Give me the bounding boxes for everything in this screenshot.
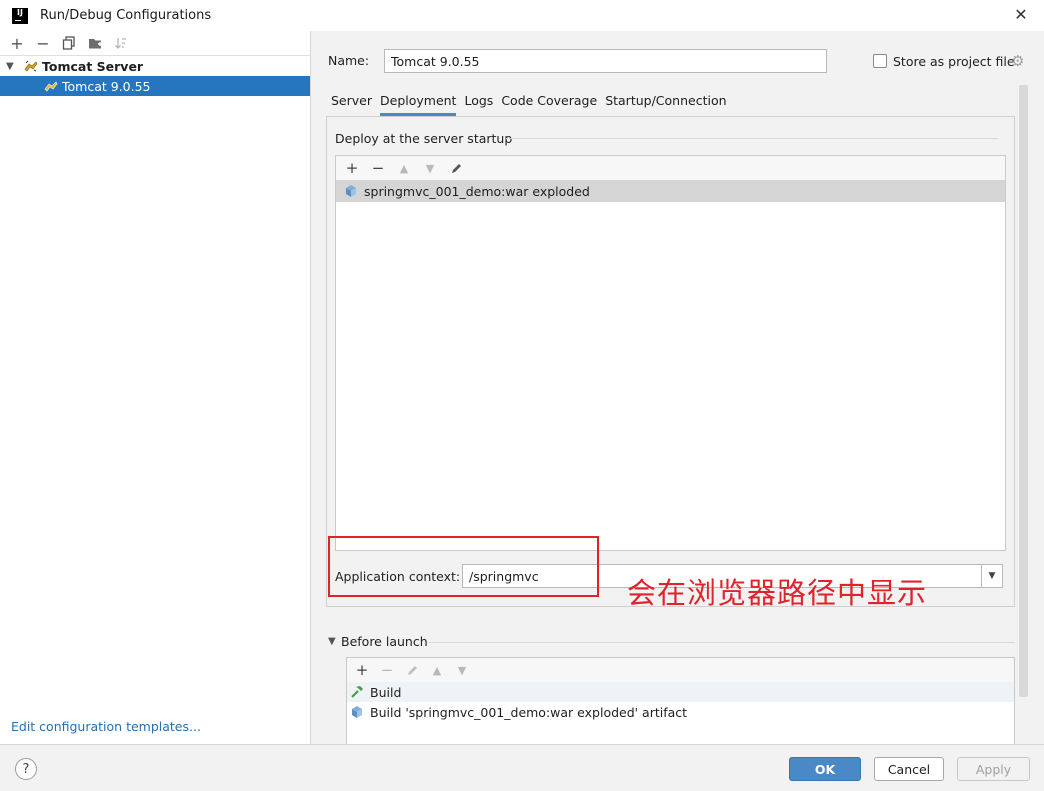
tab-logs[interactable]: Logs bbox=[464, 90, 493, 116]
name-label: Name: bbox=[328, 53, 370, 68]
folder-icon[interactable] bbox=[84, 33, 106, 53]
before-launch-title[interactable]: Before launch bbox=[341, 634, 428, 649]
config-tabs: Server Deployment Logs Code Coverage Sta… bbox=[331, 90, 735, 116]
name-field[interactable] bbox=[384, 49, 827, 73]
deploy-list-toolbar: + − ▲ ▼ bbox=[336, 156, 1005, 180]
remove-icon[interactable]: − bbox=[32, 33, 54, 53]
config-tree-panel: + − ▼ Tomcat Server Tomcat 9.0.55 Edit c… bbox=[0, 31, 311, 744]
ok-button[interactable]: OK bbox=[789, 757, 861, 781]
store-as-project-file-label[interactable]: Store as project file bbox=[893, 54, 1015, 69]
deployment-panel: Deploy at the server startup + − ▲ ▼ spr… bbox=[326, 116, 1015, 607]
tree-group-label: Tomcat Server bbox=[42, 58, 144, 74]
remove-icon[interactable]: − bbox=[376, 660, 398, 680]
add-icon[interactable]: + bbox=[341, 158, 363, 178]
before-launch-toolbar: + − ▲ ▼ bbox=[347, 658, 1014, 682]
tab-deployment[interactable]: Deployment bbox=[380, 90, 457, 116]
tree-item-tomcat-9-0-55[interactable]: Tomcat 9.0.55 bbox=[0, 76, 310, 96]
tab-startup-connection[interactable]: Startup/Connection bbox=[605, 90, 726, 116]
tomcat-icon bbox=[44, 80, 58, 92]
section-divider bbox=[428, 642, 1015, 643]
artifact-icon bbox=[350, 705, 364, 719]
list-item[interactable]: springmvc_001_demo:war exploded bbox=[336, 180, 1005, 202]
annotation-highlight-box bbox=[328, 536, 599, 597]
move-up-icon[interactable]: ▲ bbox=[393, 158, 415, 178]
tree-toolbar: + − bbox=[0, 31, 310, 55]
hammer-icon bbox=[350, 685, 364, 699]
deploy-artifact-list: + − ▲ ▼ springmvc_001_demo:war exploded bbox=[335, 155, 1006, 551]
apply-button[interactable]: Apply bbox=[957, 757, 1030, 781]
title-bar: IJ Run/Debug Configurations ✕ bbox=[0, 0, 1044, 31]
move-down-icon[interactable]: ▼ bbox=[451, 660, 473, 680]
move-down-icon[interactable]: ▼ bbox=[419, 158, 441, 178]
before-launch-list: + − ▲ ▼ Build Build 'springmvc_001_demo:… bbox=[346, 657, 1015, 744]
tree-group-tomcat-server[interactable]: ▼ Tomcat Server bbox=[0, 56, 310, 76]
help-icon[interactable]: ? bbox=[15, 758, 37, 780]
tab-server[interactable]: Server bbox=[331, 90, 372, 116]
store-as-project-file-checkbox[interactable] bbox=[873, 54, 887, 68]
chevron-down-icon[interactable]: ▼ bbox=[328, 636, 336, 647]
move-up-icon[interactable]: ▲ bbox=[426, 660, 448, 680]
artifact-label: springmvc_001_demo:war exploded bbox=[364, 183, 590, 199]
chevron-down-icon[interactable]: ▼ bbox=[6, 61, 18, 72]
cancel-button[interactable]: Cancel bbox=[874, 757, 944, 781]
list-item[interactable]: Build 'springmvc_001_demo:war exploded' … bbox=[347, 702, 1014, 722]
config-tree: ▼ Tomcat Server Tomcat 9.0.55 bbox=[0, 55, 310, 96]
add-icon[interactable]: + bbox=[351, 660, 373, 680]
artifact-icon bbox=[344, 184, 358, 198]
remove-icon[interactable]: − bbox=[367, 158, 389, 178]
close-icon[interactable]: ✕ bbox=[1012, 6, 1030, 24]
section-divider bbox=[506, 138, 998, 139]
copy-icon[interactable] bbox=[58, 33, 80, 53]
list-item[interactable]: Build bbox=[347, 682, 1014, 702]
gear-icon[interactable]: ⚙ bbox=[1011, 52, 1024, 70]
add-icon[interactable]: + bbox=[6, 33, 28, 53]
before-launch-item-label: Build bbox=[370, 684, 402, 700]
edit-pencil-icon[interactable] bbox=[401, 660, 423, 680]
sort-icon[interactable] bbox=[110, 33, 132, 53]
vertical-scrollbar[interactable] bbox=[1019, 85, 1028, 697]
annotation-text: 会在浏览器路径中显示 bbox=[627, 576, 928, 610]
deploy-section-title: Deploy at the server startup bbox=[335, 131, 513, 146]
before-launch-item-label: Build 'springmvc_001_demo:war exploded' … bbox=[370, 704, 688, 720]
intellij-logo-icon: IJ bbox=[12, 7, 28, 24]
window-title: Run/Debug Configurations bbox=[40, 8, 212, 23]
tab-code-coverage[interactable]: Code Coverage bbox=[501, 90, 597, 116]
tomcat-icon bbox=[24, 60, 38, 72]
dialog-button-bar: ? OK Cancel Apply bbox=[0, 744, 1044, 791]
chevron-down-icon[interactable]: ▼ bbox=[981, 564, 1003, 588]
edit-pencil-icon[interactable] bbox=[445, 158, 467, 178]
edit-templates-link[interactable]: Edit configuration templates... bbox=[11, 719, 201, 734]
tree-item-label: Tomcat 9.0.55 bbox=[62, 78, 151, 94]
